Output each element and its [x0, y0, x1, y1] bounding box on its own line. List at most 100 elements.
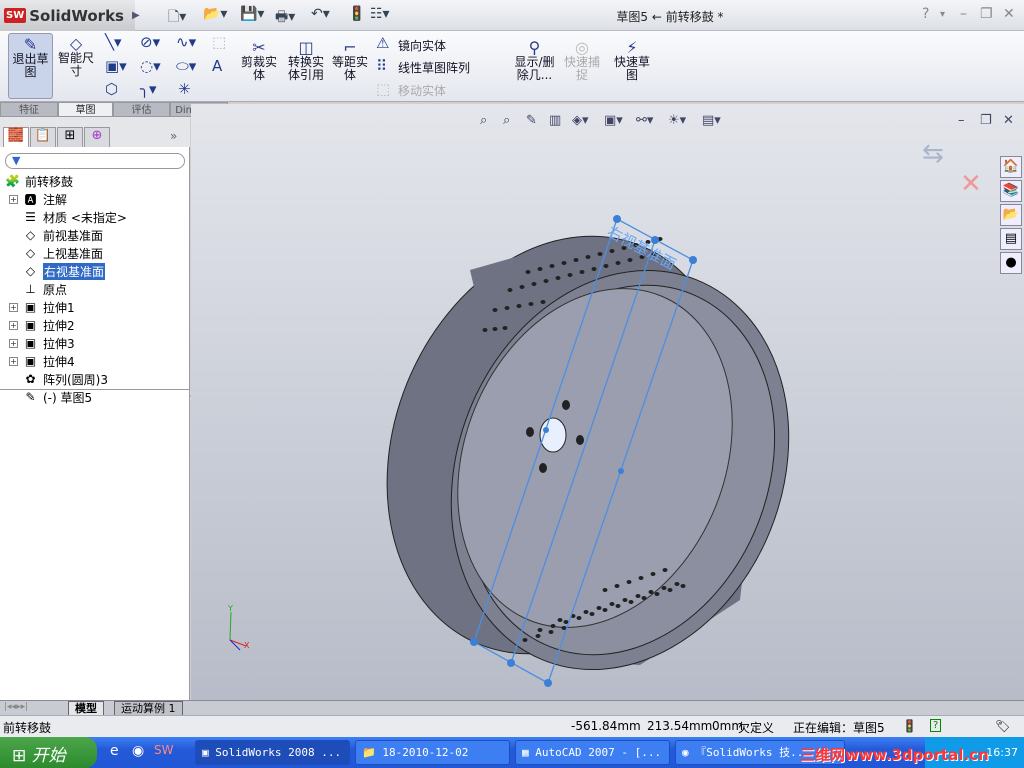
line-icon[interactable]: ╲▾ — [105, 33, 122, 51]
open-icon[interactable]: 📂▾ — [203, 6, 227, 22]
move-button[interactable]: 移动实体 — [398, 82, 446, 99]
expand-icon[interactable]: + — [9, 356, 18, 366]
status-y: 213.54mm — [647, 719, 713, 733]
viewport-close-icon: ✕ — [1003, 113, 1014, 128]
offset-button[interactable]: ⌐ 等距实体 — [330, 40, 370, 82]
tab-evaluate[interactable]: 评估 — [113, 102, 170, 117]
help-status-icon[interactable]: ? — [930, 719, 942, 732]
solidworks-quicklaunch-icon[interactable]: SW — [154, 743, 173, 757]
hole — [627, 258, 633, 262]
convert-entities-button[interactable]: ◫ 转换实体引用 — [284, 38, 328, 82]
trim-button[interactable]: ✂ 剪裁实体 — [238, 40, 280, 82]
ellipse-icon[interactable]: ⬭▾ — [176, 57, 196, 75]
tree-item[interactable]: + ▣ 拉伸1 — [0, 298, 75, 316]
exit-sketch-button[interactable]: ✎ 退出草图 — [8, 33, 53, 99]
expand-icon[interactable]: + — [9, 320, 18, 330]
tree-item[interactable]: ⊥ 原点 — [0, 280, 67, 298]
hole — [615, 261, 621, 265]
display-delete-relations-button[interactable]: ⚲ 显示/删除几... — [512, 40, 557, 82]
tab-features[interactable]: 特征 — [0, 102, 58, 117]
expand-icon[interactable]: + — [9, 302, 18, 312]
tree-item[interactable]: + ▣ 拉伸3 — [0, 334, 75, 352]
hole — [537, 267, 543, 271]
expand-panel-icon[interactable]: » — [170, 129, 177, 143]
tree-item[interactable]: ☰ 材质 <未指定> — [0, 208, 127, 226]
clock: 16:37 — [986, 746, 1018, 759]
tab-motion-study[interactable]: 运动算例 1 — [114, 701, 183, 716]
rollback-bar[interactable] — [0, 389, 190, 390]
rectangle-icon[interactable]: ▣▾ — [105, 57, 127, 75]
tag-icon[interactable]: 🏷 — [995, 719, 1010, 733]
solidworks-logo[interactable]: SW SolidWorks ▶ — [0, 0, 140, 31]
rapid-sketch-button[interactable]: ⚡ 快速草图 — [612, 40, 652, 82]
spline-icon[interactable]: ∿▾ — [176, 33, 196, 51]
save-icon[interactable]: 💾▾ — [240, 6, 264, 22]
rebuild-icon[interactable]: 🚦 — [348, 6, 365, 22]
text-icon[interactable]: A — [212, 57, 222, 75]
file-explorer-icon[interactable]: 📂 — [1000, 204, 1022, 226]
design-library-icon[interactable]: 📚 — [1000, 180, 1022, 202]
property-manager-tab[interactable]: 📋 — [30, 127, 56, 147]
cancel-corner-icon[interactable]: ✕ — [960, 169, 982, 199]
hide-show-icon: ⚯▾ — [636, 113, 654, 128]
quick-snaps-button[interactable]: ◎ 快速捕捉 — [562, 40, 602, 82]
expand-icon[interactable]: + — [9, 338, 18, 348]
appearances-icon[interactable]: ● — [1000, 252, 1022, 274]
graphics-viewport[interactable]: ⌕ ⌕ ✎ ▥ ◈▾ ▣▾ ⚯▾ ☀▾ ▤▾ – ❐ ✕ ⇆ ✕ 右视基准面 Y X — [191, 104, 1024, 700]
grid-icon[interactable]: ⬚ — [212, 33, 226, 51]
confirm-corner-icon[interactable]: ⇆ — [922, 139, 944, 169]
tab-scroll-arrows[interactable]: |◂◂▸▸| — [4, 702, 28, 712]
resources-icon[interactable]: 🏠 — [1000, 156, 1022, 178]
configuration-manager-tab[interactable]: ⊞ — [57, 127, 83, 147]
task-folder[interactable]: 📁 18-2010-12-02 — [355, 740, 510, 765]
task-autocad[interactable]: ▦ AutoCAD 2007 - [... — [515, 740, 670, 765]
task-solidworks[interactable]: ▣ SolidWorks 2008 ... — [195, 740, 350, 765]
mirror-button[interactable]: 镜向实体 — [398, 37, 446, 54]
view-palette-icon[interactable]: ▤ — [1000, 228, 1022, 250]
start-button[interactable]: ⊞ 开始 — [0, 737, 97, 768]
new-doc-icon[interactable]: 🗋▾ — [168, 6, 186, 30]
model-view[interactable]: ⌕ ⌕ ✎ ▥ ◈▾ ▣▾ ⚯▾ ☀▾ ▤▾ – ❐ ✕ ⇆ ✕ 右视基准面 Y X — [191, 104, 1024, 700]
restore-button[interactable]: ❐ — [980, 6, 993, 22]
hole — [596, 606, 602, 610]
tree-filter-input[interactable]: ▼ — [5, 153, 185, 169]
ie-icon[interactable]: e — [110, 743, 119, 759]
convert-icon: ◫ — [298, 38, 314, 57]
undo-icon[interactable]: ↶▾ — [311, 6, 330, 22]
tree-item[interactable]: ◇ 前视基准面 — [0, 226, 103, 244]
tab-model[interactable]: 模型 — [68, 701, 104, 716]
help-button[interactable]: ? — [922, 6, 929, 22]
tree-item[interactable]: + 🅰 注解 — [0, 190, 67, 208]
help-dropdown[interactable]: ▾ — [940, 9, 945, 20]
print-icon[interactable]: 🖶▾ — [275, 6, 295, 30]
arc-icon[interactable]: ◌▾ — [140, 57, 161, 75]
hole — [615, 604, 621, 608]
plane-icon: ◇ — [25, 246, 36, 260]
dimxpert-manager-tab[interactable]: ⊕ — [84, 127, 110, 147]
tree-root[interactable]: 🧩 前转移鼓 — [4, 172, 73, 190]
tab-sketch[interactable]: 草图 — [58, 102, 113, 117]
tree-item[interactable]: ✎ (-) 草图5 — [0, 388, 92, 406]
close-button[interactable]: ✕ — [1003, 6, 1015, 22]
expand-icon[interactable]: + — [9, 194, 18, 204]
hole — [543, 279, 549, 283]
polygon-icon[interactable]: ⬡ — [105, 80, 118, 98]
rebuild-status-icon[interactable]: 🚦 — [902, 719, 917, 733]
display-style-icon: ▣▾ — [604, 113, 623, 128]
options-icon[interactable]: ☷▾ — [370, 6, 390, 22]
browser-icon[interactable]: ◉ — [132, 743, 144, 759]
tree-item[interactable]: ✿ 阵列(圆周)3 — [0, 370, 108, 388]
hole — [579, 270, 585, 274]
tree-item[interactable]: + ▣ 拉伸4 — [0, 352, 75, 370]
tree-item[interactable]: + ▣ 拉伸2 — [0, 316, 75, 334]
status-doc-name: 前转移鼓 — [3, 721, 52, 735]
feature-tree-tab[interactable]: 🧱 — [3, 127, 29, 147]
fillet-icon[interactable]: ╮▾ — [140, 80, 157, 98]
tree-item[interactable]: ◇ 右视基准面 — [0, 262, 106, 280]
smart-dimension-button[interactable]: ◇ 智能尺寸 — [56, 36, 96, 78]
minimize-button[interactable]: – — [960, 6, 967, 22]
linear-pattern-button[interactable]: 线性草图阵列 — [398, 59, 470, 76]
tree-item[interactable]: ◇ 上视基准面 — [0, 244, 103, 262]
circle-icon[interactable]: ⊘▾ — [140, 33, 160, 51]
point-icon[interactable]: ✳ — [178, 80, 191, 98]
